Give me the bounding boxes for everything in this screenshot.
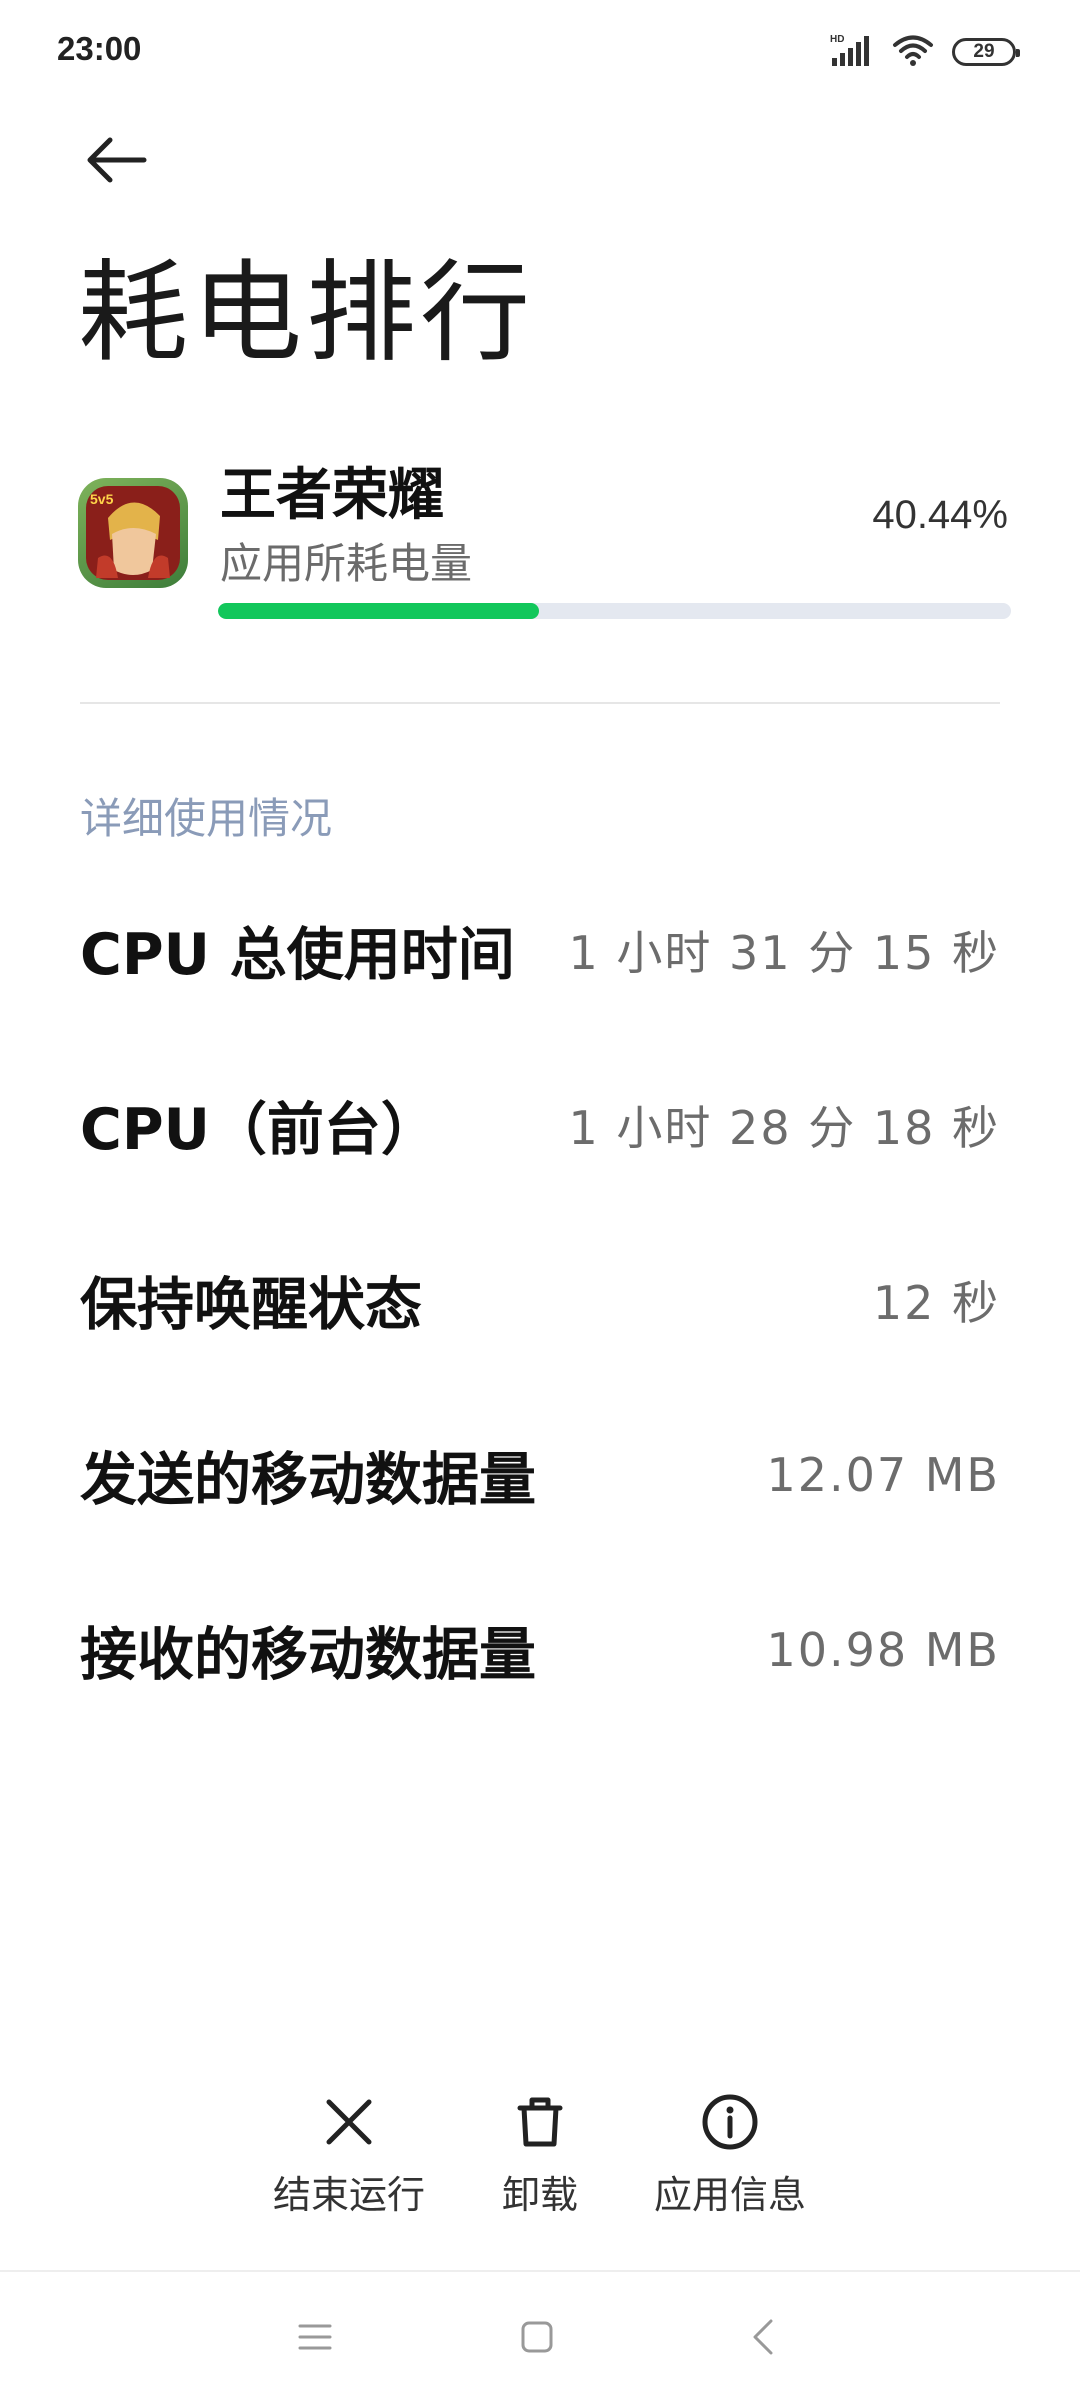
detail-value: 12.07 MB <box>766 1448 1000 1502</box>
detail-row-data-received: 接收的移动数据量 10.98 MB <box>80 1600 1000 1700</box>
app-icon-badge: 5v5 <box>90 491 114 507</box>
detail-label: 保持唤醒状态 <box>80 1272 422 1338</box>
detail-value: 1 小时 28 分 18 秒 <box>568 1101 1000 1155</box>
usage-progress-bar <box>218 603 1011 619</box>
app-percent: 40.44% <box>872 493 1008 537</box>
app-info-button[interactable]: 应用信息 <box>640 2090 820 2230</box>
detail-label: CPU 总使用时间 <box>80 922 515 988</box>
uninstall-button[interactable]: 卸载 <box>450 2090 630 2230</box>
nav-back-button[interactable] <box>728 2302 798 2372</box>
app-name: 王者荣耀 <box>220 463 444 528</box>
signal-icon: HD <box>828 32 874 72</box>
nav-recents-button[interactable] <box>280 2302 350 2372</box>
detail-label: CPU（前台） <box>80 1097 438 1163</box>
usage-progress-fill <box>218 603 539 619</box>
menu-icon <box>298 2324 332 2350</box>
detail-row-cpu-foreground: CPU（前台） 1 小时 28 分 18 秒 <box>80 1075 1000 1175</box>
force-stop-label: 结束运行 <box>272 2173 425 2217</box>
info-icon <box>698 2090 762 2154</box>
battery-level: 29 <box>973 41 995 62</box>
network-label: HD <box>830 34 844 45</box>
uninstall-label: 卸载 <box>501 2173 578 2217</box>
wifi-icon <box>892 33 934 71</box>
status-time: 23:00 <box>57 30 142 67</box>
detail-row-cpu-total: CPU 总使用时间 1 小时 31 分 15 秒 <box>80 900 1000 1000</box>
app-subtitle: 应用所耗电量 <box>220 539 473 588</box>
home-icon <box>521 2321 553 2353</box>
battery-icon: 29 <box>952 38 1020 66</box>
back-arrow-icon <box>87 137 147 183</box>
section-title: 详细使用情况 <box>80 794 333 843</box>
status-icons: HD 29 <box>828 32 1020 72</box>
page-title: 耗电排行 <box>78 249 534 377</box>
detail-label: 发送的移动数据量 <box>80 1447 536 1513</box>
divider <box>80 702 1000 704</box>
app-info-label: 应用信息 <box>653 2173 806 2217</box>
detail-row-wake: 保持唤醒状态 12 秒 <box>80 1250 1000 1350</box>
app-icon: 5v5 <box>78 478 188 588</box>
detail-row-data-sent: 发送的移动数据量 12.07 MB <box>80 1425 1000 1525</box>
detail-value: 12 秒 <box>872 1276 1000 1330</box>
detail-label: 接收的移动数据量 <box>80 1622 536 1688</box>
nav-home-button[interactable] <box>502 2302 572 2372</box>
back-button[interactable] <box>78 128 154 192</box>
detail-value: 1 小时 31 分 15 秒 <box>568 926 1000 980</box>
close-icon <box>317 2090 381 2154</box>
action-bar: 结束运行 卸载 应用信息 <box>0 2090 1080 2230</box>
status-bar: 23:00 HD 29 <box>0 0 1080 104</box>
detail-value: 10.98 MB <box>766 1623 1000 1677</box>
back-icon <box>753 2319 773 2355</box>
trash-icon <box>508 2090 572 2154</box>
system-nav-bar <box>0 2272 1080 2400</box>
force-stop-button[interactable]: 结束运行 <box>259 2090 439 2230</box>
